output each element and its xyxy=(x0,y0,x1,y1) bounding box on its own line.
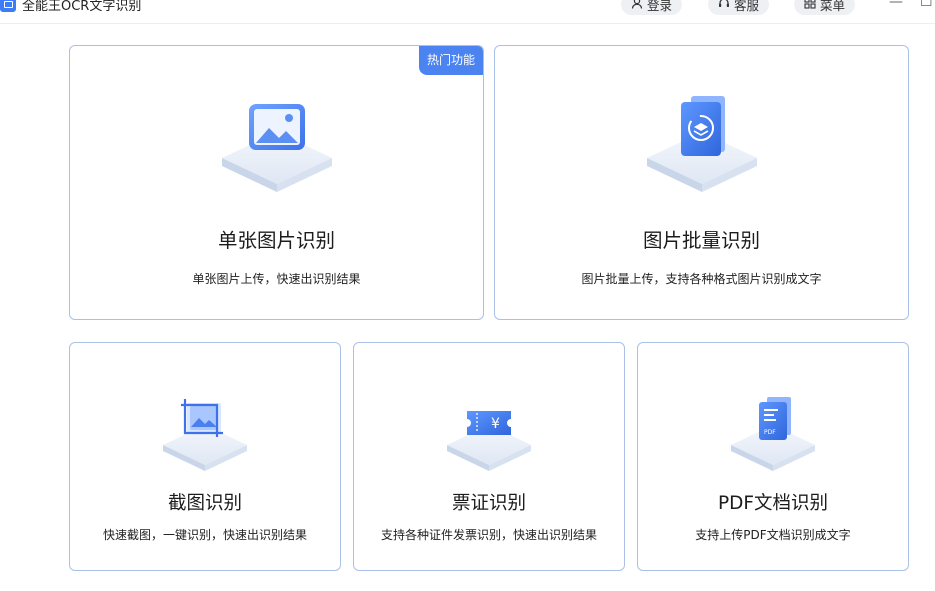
grid-icon xyxy=(804,0,816,12)
card-description: 支持各种证件发票识别，快速出识别结果 xyxy=(380,528,597,542)
service-label: 客服 xyxy=(734,0,760,13)
ticket-yen-icon: ¥ xyxy=(439,393,539,477)
batch-image-recognition-card[interactable]: 图片批量识别 图片批量上传，支持各种格式图片识别成文字 xyxy=(494,45,909,320)
app-logo-icon xyxy=(0,0,16,12)
card-title: 单张图片识别 xyxy=(217,229,335,252)
headset-icon xyxy=(718,0,730,12)
card-title: PDF文档识别 xyxy=(717,493,829,514)
login-label: 登录 xyxy=(647,0,673,13)
pdf-document-icon: PDF xyxy=(723,393,823,477)
card-description: 快速截图，一键识别，快速出识别结果 xyxy=(102,528,307,542)
batch-layers-icon xyxy=(637,92,767,202)
login-button[interactable]: 登录 xyxy=(621,0,683,15)
ticket-recognition-card[interactable]: ¥ 票证识别 支持各种证件发票识别，快速出识别结果 xyxy=(353,342,625,571)
title-bar: 全能王OCR文字识别 登录 客服 菜单 — ☐ xyxy=(0,0,935,24)
screenshot-recognition-card[interactable]: 截图识别 快速截图，一键识别，快速出识别结果 xyxy=(69,342,341,571)
app-title: 全能王OCR文字识别 xyxy=(22,0,142,14)
hot-feature-badge: 热门功能 xyxy=(418,46,483,75)
card-description: 图片批量上传，支持各种格式图片识别成文字 xyxy=(581,272,822,286)
menu-label: 菜单 xyxy=(820,0,846,13)
user-icon xyxy=(631,0,643,12)
card-description: 单张图片上传，快速出识别结果 xyxy=(192,272,361,286)
card-title: 图片批量识别 xyxy=(642,229,760,252)
svg-text:PDF: PDF xyxy=(764,429,776,436)
pdf-recognition-card[interactable]: PDF PDF文档识别 支持上传PDF文档识别成文字 xyxy=(637,342,909,571)
menu-button[interactable]: 菜单 xyxy=(794,0,856,15)
minimize-icon[interactable]: — xyxy=(889,0,903,10)
service-button[interactable]: 客服 xyxy=(708,0,770,15)
single-image-recognition-card[interactable]: 热门功能 单张图片识别 单张图片上传，快速出识别结果 xyxy=(69,45,484,320)
maximize-icon[interactable]: ☐ xyxy=(920,0,933,10)
card-description: 支持上传PDF文档识别成文字 xyxy=(695,528,851,542)
image-icon xyxy=(212,92,342,202)
svg-text:¥: ¥ xyxy=(491,416,500,432)
crop-image-icon xyxy=(155,393,255,477)
card-title: 截图识别 xyxy=(167,493,242,514)
card-title: 票证识别 xyxy=(451,493,526,514)
